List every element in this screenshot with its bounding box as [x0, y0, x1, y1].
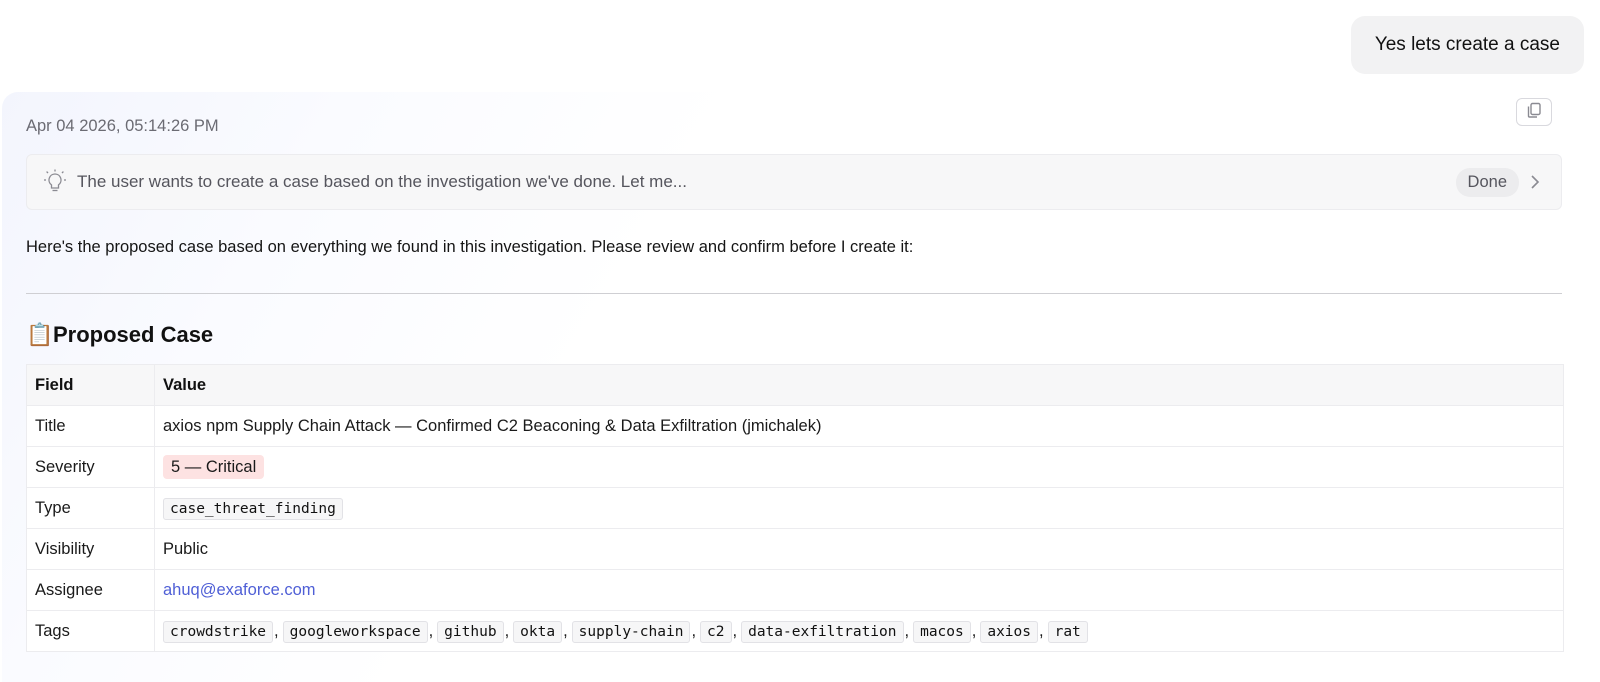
- field-label: Title: [26, 405, 155, 447]
- tag-separator: ,: [732, 621, 738, 640]
- user-message-bubble: Yes lets create a case: [1350, 16, 1584, 74]
- type-code: case_threat_finding: [163, 497, 343, 520]
- tag: rat: [1047, 620, 1088, 643]
- assignee-email-link[interactable]: ahuq@exaforce.com: [163, 581, 316, 599]
- thinking-panel[interactable]: The user wants to create a case based on…: [26, 154, 1562, 210]
- field-label: Visibility: [26, 528, 155, 570]
- tag-separator: ,: [504, 621, 510, 640]
- tag-separator: ,: [971, 621, 977, 640]
- column-header-field: Field: [26, 364, 155, 406]
- tag: supply-chain: [571, 620, 691, 643]
- message-timestamp: Apr 04 2026, 05:14:26 PM: [26, 117, 219, 135]
- thinking-status-badge: Done: [1455, 167, 1519, 197]
- table-row-severity: Severity 5 — Critical: [26, 446, 1564, 488]
- table-row-type: Type case_threat_finding: [26, 487, 1564, 529]
- field-label: Tags: [26, 610, 155, 652]
- title-value: axios npm Supply Chain Attack — Confirme…: [154, 405, 1564, 447]
- tag: crowdstrike: [163, 620, 274, 643]
- intro-text: Here's the proposed case based on everyt…: [26, 238, 914, 256]
- clipboard-icon: 📋: [26, 322, 54, 347]
- tag: github: [437, 620, 504, 643]
- table-row-title: Title axios npm Supply Chain Attack — Co…: [26, 405, 1564, 447]
- tag-separator: ,: [1039, 621, 1044, 640]
- table-header-row: Field Value: [26, 364, 1564, 406]
- user-message-text: Yes lets create a case: [1374, 34, 1560, 55]
- tag: okta: [513, 620, 563, 643]
- field-label: Severity: [26, 446, 155, 488]
- tag: googleworkspace: [282, 620, 428, 643]
- tags-cell: crowdstrike, googleworkspace, github, okta,…: [154, 610, 1564, 652]
- tag: c2: [700, 620, 732, 643]
- thinking-summary: The user wants to create a case based on…: [77, 172, 687, 191]
- tag-separator: ,: [904, 621, 910, 640]
- tag-separator: ,: [563, 621, 568, 640]
- severity-badge: 5 — Critical: [163, 454, 265, 479]
- section-heading: 📋 Proposed Case: [26, 322, 213, 348]
- severity-cell: 5 — Critical: [154, 446, 1564, 488]
- proposed-case-table: Field Value Title axios npm Supply Chain…: [26, 364, 1564, 652]
- tag: data-exfiltration: [741, 620, 904, 643]
- chevron-right-icon[interactable]: [1529, 172, 1545, 192]
- type-cell: case_threat_finding: [154, 487, 1564, 529]
- assistant-message: Apr 04 2026, 05:14:26 PM The user wants …: [2, 92, 1598, 682]
- field-label: Type: [26, 487, 155, 529]
- lightbulb-icon: [43, 168, 67, 196]
- column-header-value: Value: [154, 364, 1564, 406]
- tag-separator: ,: [274, 621, 279, 640]
- assignee-cell: ahuq@exaforce.com: [154, 569, 1564, 611]
- table-row-assignee: Assignee ahuq@exaforce.com: [26, 569, 1564, 611]
- copy-button[interactable]: [1516, 98, 1552, 126]
- tag: macos: [913, 620, 971, 643]
- table-row-tags: Tags crowdstrike, googleworkspace, github,…: [26, 610, 1564, 652]
- visibility-value: Public: [154, 528, 1564, 570]
- section-heading-text: Proposed Case: [53, 322, 214, 347]
- table-row-visibility: Visibility Public: [26, 528, 1564, 570]
- tag-separator: ,: [691, 621, 697, 640]
- tag: axios: [980, 620, 1038, 643]
- copy-icon: [1525, 101, 1543, 124]
- field-label: Assignee: [26, 569, 155, 611]
- tag-separator: ,: [428, 621, 434, 640]
- divider: [26, 293, 1562, 294]
